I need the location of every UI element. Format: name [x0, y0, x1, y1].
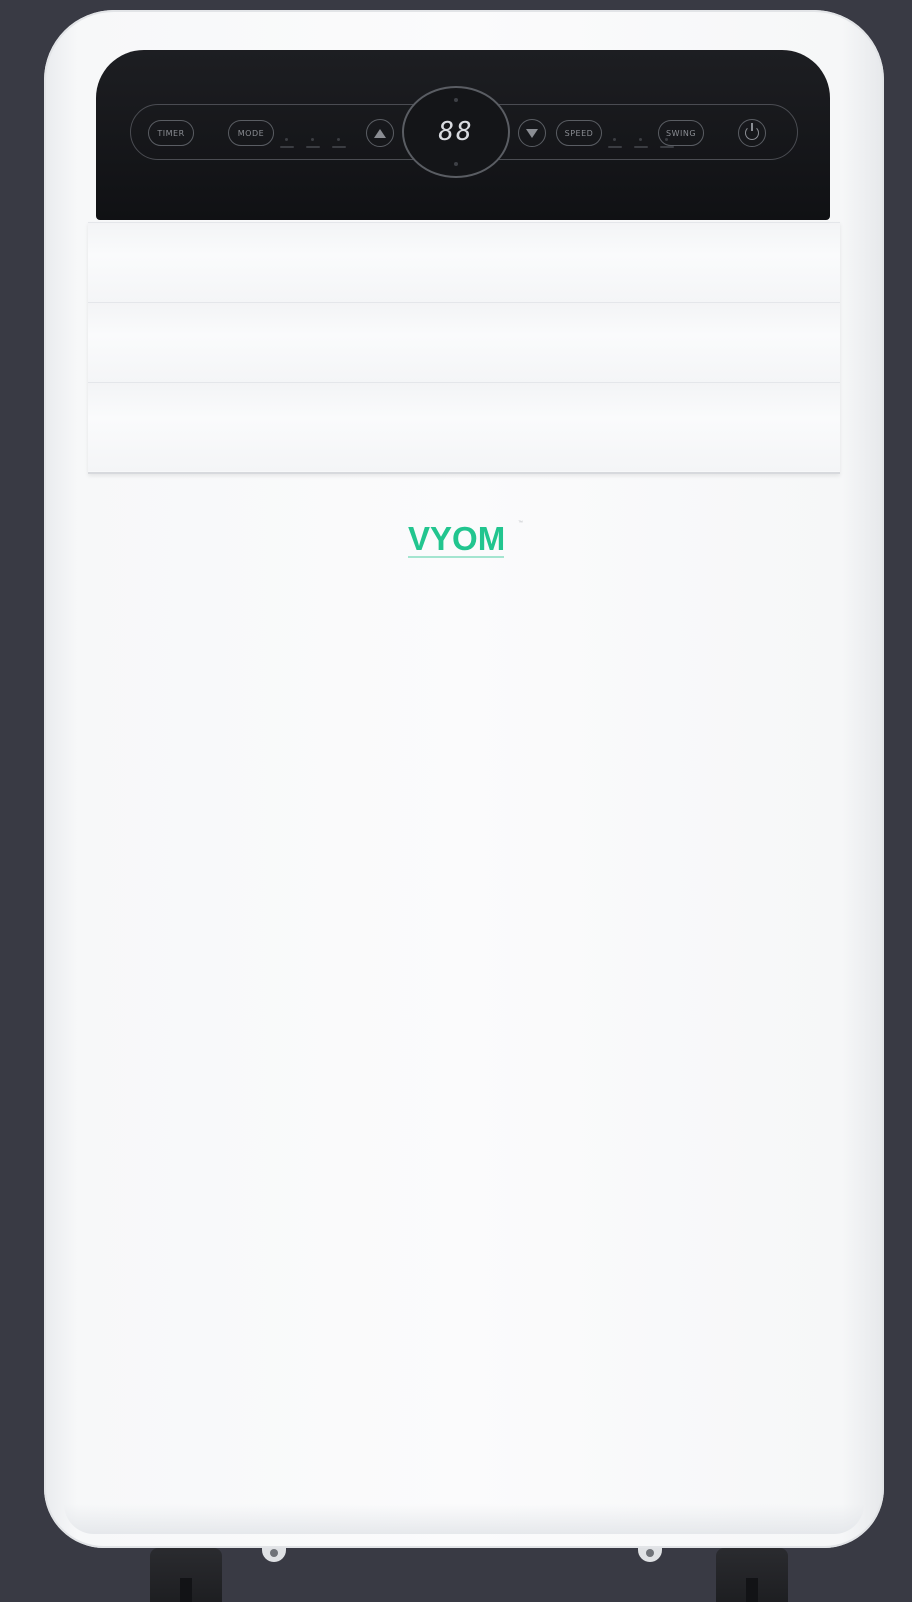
power-icon — [745, 123, 759, 140]
mode-indicator-light — [280, 138, 294, 150]
brand-logo-underline — [408, 556, 504, 558]
louvre-slat — [88, 222, 840, 303]
mode-indicator-light — [332, 138, 346, 150]
mode-indicator-light — [306, 138, 320, 150]
power-button[interactable] — [738, 119, 766, 147]
left-wheel — [150, 1548, 222, 1602]
mode-button[interactable]: MODE — [228, 120, 274, 146]
temp-up-button[interactable] — [366, 119, 394, 147]
product-scene: TIMER MODE 88 SPEED SWING VYOM ™ — [0, 0, 912, 1602]
temp-down-button[interactable] — [518, 119, 546, 147]
swing-button[interactable]: SWING — [658, 120, 704, 146]
speed-button[interactable]: SPEED — [556, 120, 602, 146]
temperature-display: 88 — [402, 86, 510, 178]
control-panel: TIMER MODE 88 SPEED SWING — [96, 50, 830, 220]
right-foot-screw — [638, 1546, 662, 1562]
triangle-down-icon — [526, 128, 538, 138]
left-foot-screw — [262, 1546, 286, 1562]
air-outlet-louvre — [88, 222, 840, 474]
mode-indicators — [280, 138, 346, 150]
brand-trademark: ™ — [518, 520, 523, 526]
display-digits: 88 — [438, 117, 474, 147]
timer-button[interactable]: TIMER — [148, 120, 194, 146]
right-wheel — [716, 1548, 788, 1602]
speed-indicator-light — [608, 138, 622, 150]
display-indicator-dot — [454, 98, 458, 102]
speed-indicator-light — [634, 138, 648, 150]
brand-logo: VYOM — [408, 520, 506, 557]
speed-indicator-light — [660, 138, 674, 150]
louvre-slat — [88, 382, 840, 471]
display-indicator-dot — [454, 162, 458, 166]
triangle-up-icon — [374, 128, 386, 138]
louvre-slat — [88, 302, 840, 383]
speed-indicators — [608, 138, 674, 150]
